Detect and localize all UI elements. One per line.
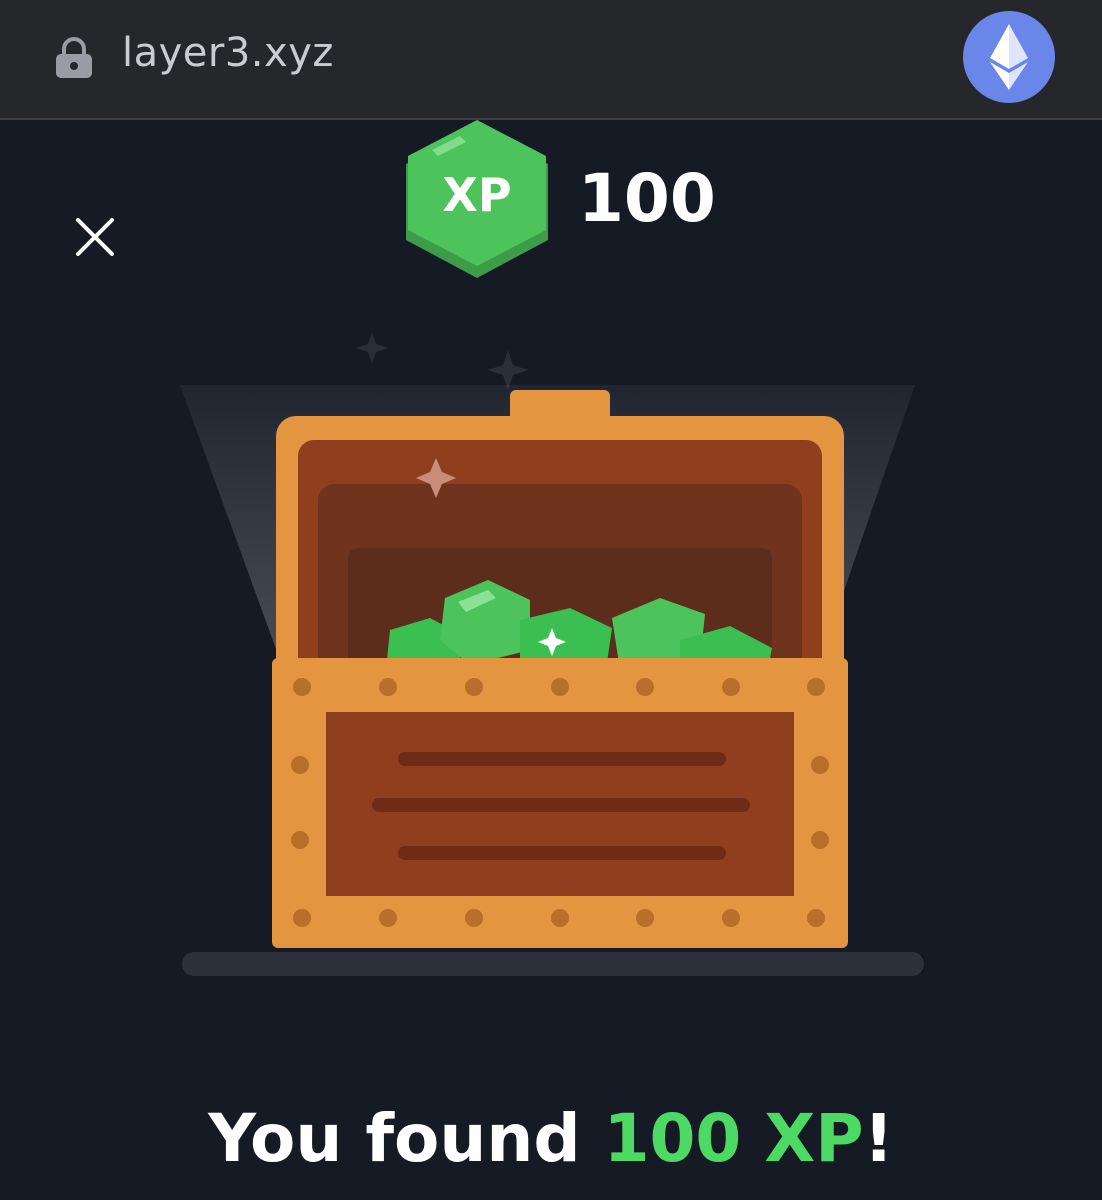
- message-prefix: You found: [208, 1100, 604, 1177]
- xp-amount: 100: [578, 160, 716, 237]
- xp-badge: XP: [400, 118, 554, 286]
- ethereum-icon[interactable]: [962, 10, 1056, 104]
- close-icon[interactable]: [72, 214, 118, 260]
- browser-url-bar[interactable]: layer3.xyz: [0, 0, 1102, 120]
- xp-badge-label: XP: [442, 168, 512, 222]
- url-text[interactable]: layer3.xyz: [122, 30, 334, 76]
- reward-message: You found 100 XP!: [0, 1100, 1102, 1177]
- treasure-chest-icon: [180, 332, 924, 976]
- message-highlight: 100 XP: [603, 1100, 864, 1177]
- lock-icon: [56, 37, 92, 78]
- message-suffix: !: [863, 1100, 894, 1177]
